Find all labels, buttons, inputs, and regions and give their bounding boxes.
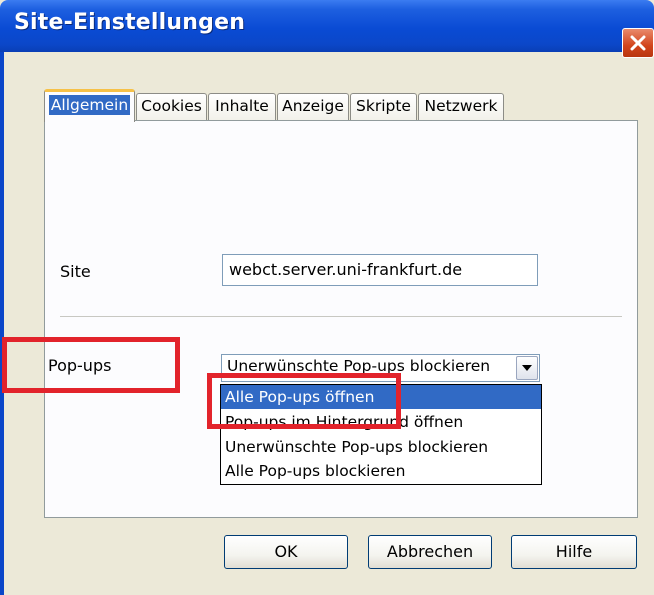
close-icon	[630, 35, 646, 51]
ok-button[interactable]: OK	[224, 535, 348, 569]
window-title: Site-Einstellungen	[14, 10, 246, 35]
option-popups-im-hintergrund[interactable]: Pop-ups im Hintergrund öffnen	[221, 410, 541, 434]
window-frame	[0, 52, 4, 595]
cancel-button[interactable]: Abbrechen	[368, 535, 492, 569]
chevron-down-icon	[522, 365, 532, 371]
tab-netzwerk[interactable]: Netzwerk	[418, 93, 504, 120]
tab-anzeige[interactable]: Anzeige	[277, 93, 349, 120]
tab-cookies[interactable]: Cookies	[136, 93, 207, 120]
title-bar[interactable]: Site-Einstellungen	[0, 0, 654, 52]
tab-skripte[interactable]: Skripte	[350, 93, 417, 120]
site-label: Site	[60, 262, 91, 281]
tab-allgemein[interactable]: Allgemein	[44, 89, 135, 122]
popups-select[interactable]: Unerwünschte Pop-ups blockieren	[221, 354, 540, 382]
tab-inhalte[interactable]: Inhalte	[208, 93, 276, 120]
popups-dropdown-list: Alle Pop-ups öffnen Pop-ups im Hintergru…	[220, 384, 542, 485]
option-alle-blockieren[interactable]: Alle Pop-ups blockieren	[221, 459, 541, 483]
option-alle-popups-oeffnen[interactable]: Alle Pop-ups öffnen	[221, 385, 541, 409]
popups-selected-value: Unerwünschte Pop-ups blockieren	[227, 357, 491, 375]
site-field[interactable]: webct.server.uni-frankfurt.de	[222, 254, 538, 286]
divider	[60, 316, 622, 317]
dropdown-button[interactable]	[516, 356, 538, 380]
close-button[interactable]	[622, 28, 654, 58]
site-settings-dialog: Site-Einstellungen Allgemein Cookies Inh…	[0, 0, 654, 595]
popups-label: Pop-ups	[48, 356, 112, 375]
help-button[interactable]: Hilfe	[511, 535, 637, 569]
option-unerwuenschte-blockieren[interactable]: Unerwünschte Pop-ups blockieren	[221, 435, 541, 459]
